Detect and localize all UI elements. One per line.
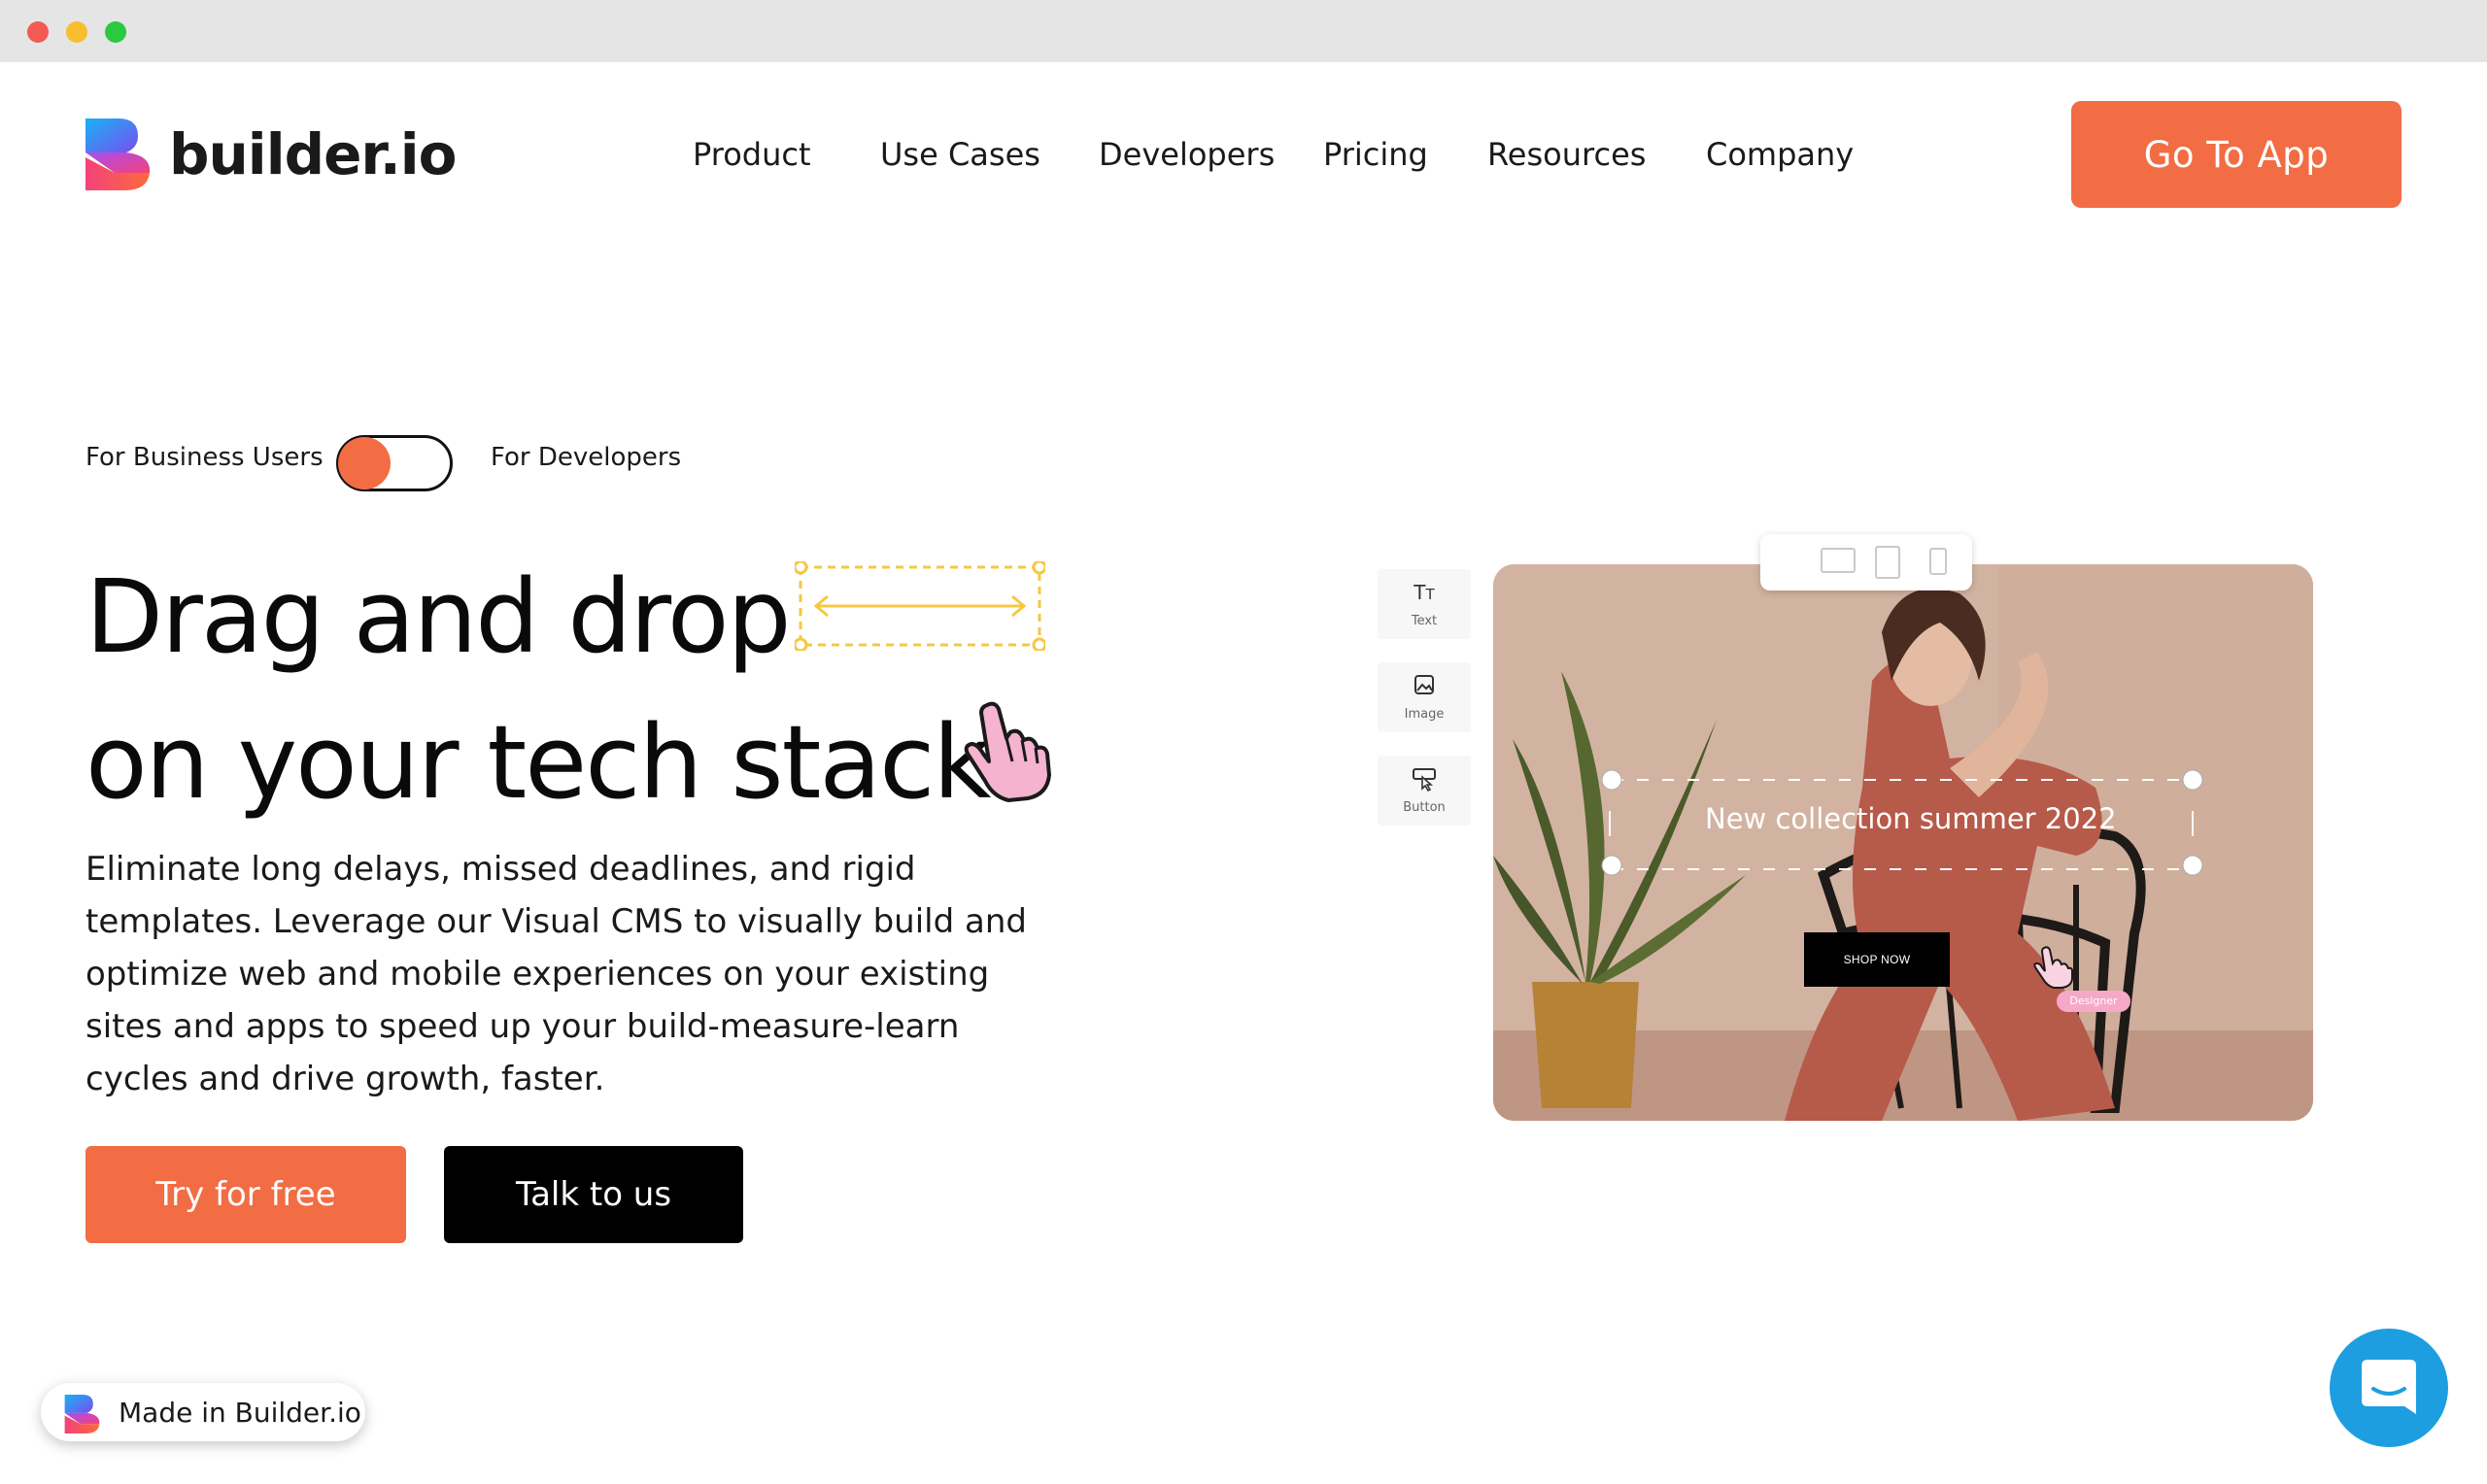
headline-line-2: on your tech stack: [85, 703, 992, 822]
pointer-hand-icon: [964, 701, 1051, 802]
close-window-button[interactable]: [27, 21, 49, 43]
nav-developers[interactable]: Developers: [1099, 136, 1275, 173]
go-to-app-button[interactable]: Go To App: [2071, 101, 2402, 208]
toggle-label-developers[interactable]: For Developers: [491, 443, 681, 472]
desktop-icon[interactable]: [1821, 548, 1856, 573]
text-block-tool[interactable]: TT Text: [1378, 569, 1471, 639]
made-in-builder-badge[interactable]: Made in Builder.io: [41, 1383, 365, 1441]
button-tool-label: Button: [1403, 800, 1446, 815]
try-for-free-button[interactable]: Try for free: [85, 1146, 406, 1243]
device-switcher: [1760, 534, 1972, 590]
hero-description: Eliminate long delays, missed deadlines,…: [85, 850, 1027, 1098]
maximize-window-button[interactable]: [105, 21, 126, 43]
text-tool-label: Text: [1411, 614, 1438, 628]
image-tool-label: Image: [1404, 707, 1445, 722]
nav-resources[interactable]: Resources: [1487, 136, 1646, 173]
nav-use-cases[interactable]: Use Cases: [880, 136, 1040, 173]
audience-toggle-switch[interactable]: [336, 435, 453, 491]
image-block-tool[interactable]: Image: [1378, 662, 1471, 732]
shop-now-button[interactable]: SHOP NOW: [1804, 932, 1950, 987]
button-icon: [1413, 768, 1436, 793]
minimize-window-button[interactable]: [66, 21, 87, 43]
button-block-tool[interactable]: Button: [1378, 756, 1471, 826]
builder-badge-logo-icon: [64, 1395, 100, 1433]
window-title-bar: [0, 0, 2487, 62]
text-icon: TT: [1414, 581, 1435, 604]
chat-icon: [2362, 1360, 2416, 1414]
selection-frame[interactable]: [1493, 564, 2313, 1121]
talk-to-us-button[interactable]: Talk to us: [444, 1146, 743, 1243]
banner-headline[interactable]: New collection summer 2022: [1705, 802, 2117, 835]
image-icon: [1414, 675, 1434, 694]
resize-arrows-icon: [795, 561, 1045, 651]
preview-canvas[interactable]: [1493, 564, 2313, 1121]
toggle-label-business[interactable]: For Business Users: [85, 443, 324, 472]
mobile-icon[interactable]: [1929, 548, 1947, 575]
nav-product[interactable]: Product: [693, 136, 811, 173]
nav-pricing[interactable]: Pricing: [1323, 136, 1428, 173]
designer-cursor-tag: Designer: [2057, 991, 2130, 1012]
tablet-icon[interactable]: [1875, 546, 1900, 579]
made-in-builder-text: Made in Builder.io: [119, 1397, 361, 1429]
nav-company[interactable]: Company: [1706, 136, 1854, 173]
toggle-knob: [338, 437, 391, 489]
chat-launcher-button[interactable]: [2330, 1329, 2448, 1447]
designer-cursor-icon: [2033, 946, 2073, 989]
